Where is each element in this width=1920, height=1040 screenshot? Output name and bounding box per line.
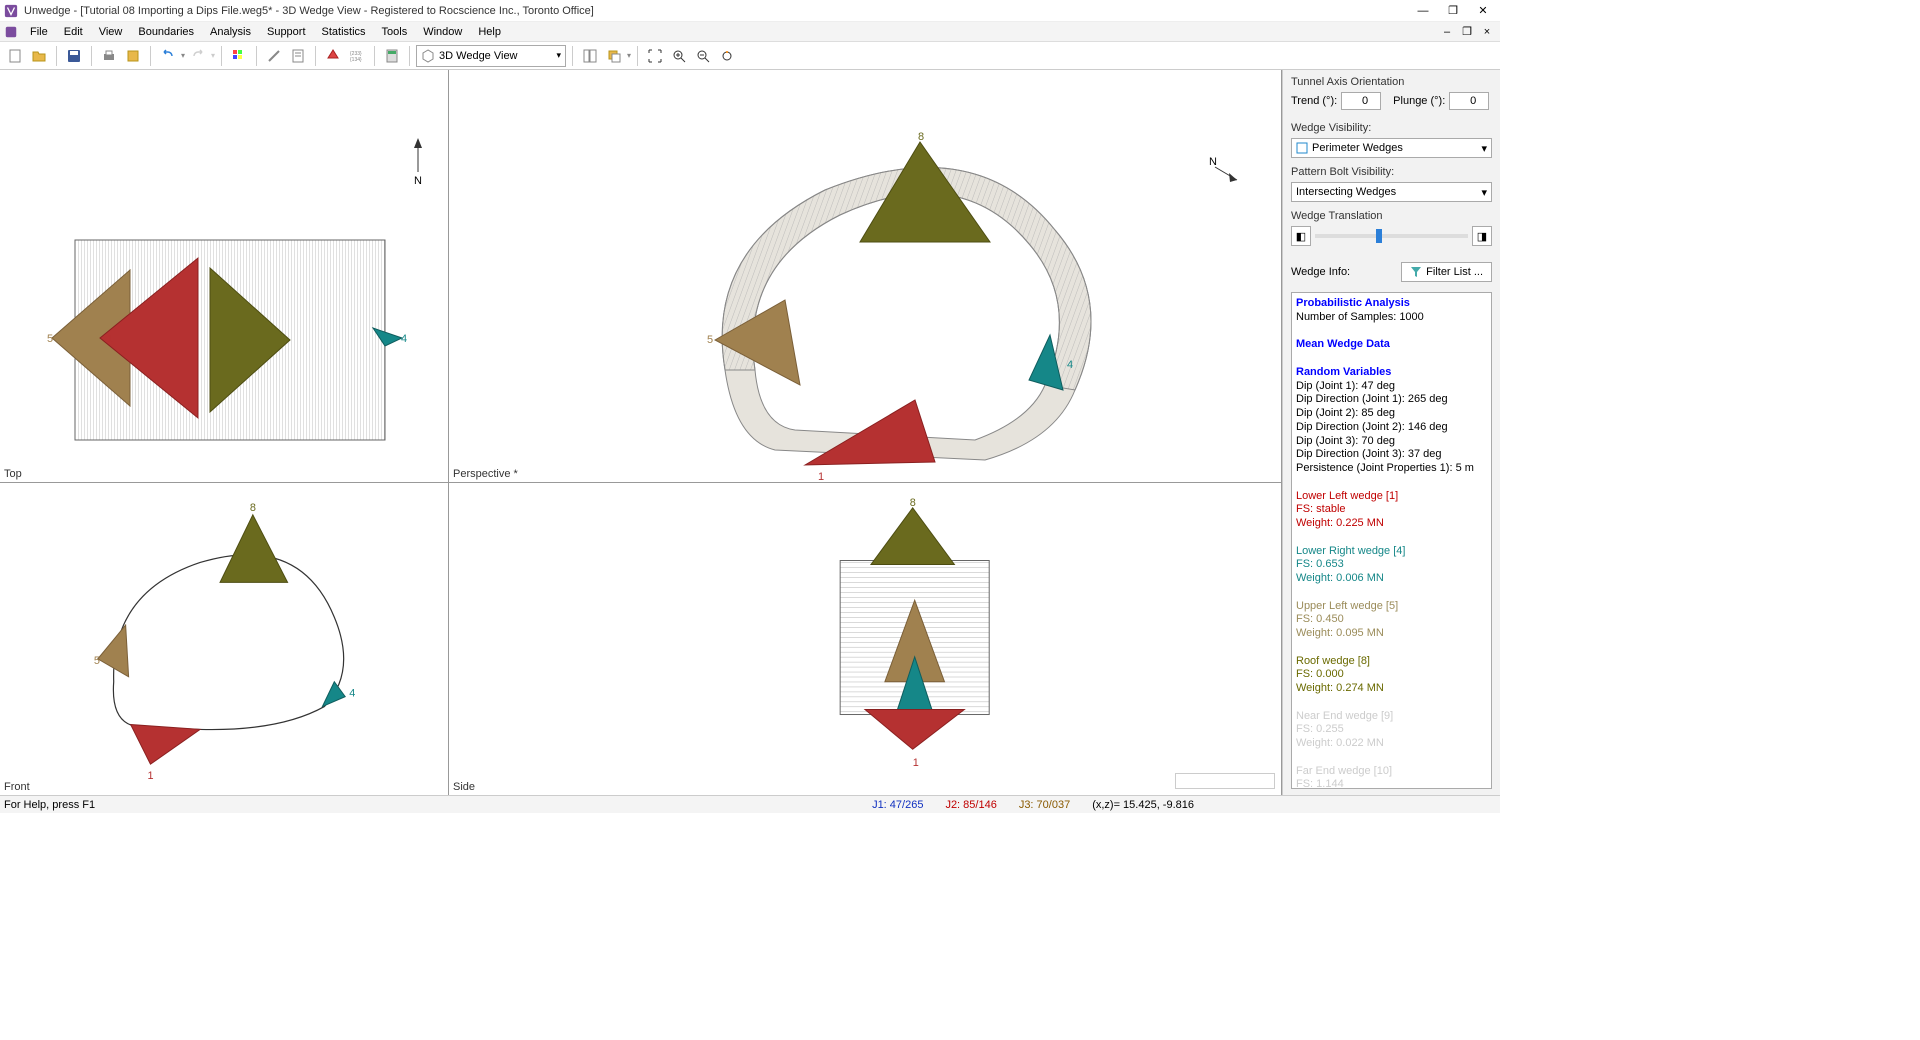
redo-button[interactable] — [187, 45, 209, 67]
wedge-translation-label: Wedge Translation — [1291, 210, 1492, 222]
translation-reset-left[interactable]: ◧ — [1291, 226, 1311, 246]
zoom-extents-button[interactable] — [644, 45, 666, 67]
status-coords: (x,z)= 15.425, -9.816 — [1092, 799, 1194, 811]
minimize-button[interactable]: — — [1408, 0, 1438, 22]
menu-window[interactable]: Window — [415, 24, 470, 40]
svg-text:1: 1 — [913, 757, 919, 769]
menu-file[interactable]: File — [22, 24, 56, 40]
trend-label: Trend (°): — [1291, 95, 1337, 107]
viewport-input[interactable] — [1175, 773, 1275, 789]
print-button[interactable] — [98, 45, 120, 67]
trend-input[interactable] — [1341, 92, 1381, 110]
save-button[interactable] — [63, 45, 85, 67]
svg-text:8: 8 — [250, 502, 256, 514]
svg-text:4: 4 — [1067, 359, 1073, 371]
svg-text:1: 1 — [147, 770, 153, 782]
viewport-front[interactable]: 8 5 1 4 Front — [0, 483, 448, 795]
measure-button[interactable] — [263, 45, 285, 67]
cube-icon — [421, 49, 435, 63]
filter-icon — [1410, 266, 1422, 278]
sidebar: Tunnel Axis Orientation Trend (°): Plung… — [1282, 70, 1500, 795]
svg-text:5: 5 — [707, 334, 713, 346]
viewport-grid: 5 1 8 4 N Top — [0, 70, 1282, 795]
viewport-front-label: Front — [4, 781, 30, 793]
viewport-perspective[interactable]: 8 5 1 4 N Perspective * — [449, 70, 1281, 482]
translation-reset-right[interactable]: ◨ — [1472, 226, 1492, 246]
layout-button[interactable] — [579, 45, 601, 67]
print-preview-button[interactable] — [122, 45, 144, 67]
plunge-input[interactable] — [1449, 92, 1489, 110]
toolbar: ▾ ▾ {233}{134} 3D Wedge View ▾ ▾ — [0, 42, 1500, 70]
mdi-restore-button[interactable]: ❐ — [1458, 24, 1476, 40]
pattern-bolt-label: Pattern Bolt Visibility: — [1291, 166, 1492, 178]
pattern-bolt-select[interactable]: Intersecting Wedges▾ — [1291, 182, 1492, 202]
svg-text:8: 8 — [918, 131, 924, 143]
maximize-button[interactable]: ❐ — [1438, 0, 1468, 22]
mdi-minimize-button[interactable]: – — [1438, 24, 1456, 40]
svg-text:1: 1 — [107, 333, 113, 345]
menu-view[interactable]: View — [91, 24, 131, 40]
svg-text:5: 5 — [47, 333, 53, 345]
svg-text:N: N — [414, 175, 422, 187]
tunnel-axis-label: Tunnel Axis Orientation — [1291, 76, 1492, 88]
svg-text:4: 4 — [349, 688, 355, 700]
viewport-top-label: Top — [4, 468, 22, 480]
wedge-info-panel: Probabilistic Analysis Number of Samples… — [1291, 292, 1492, 789]
statusbar: For Help, press F1 J1: 47/265 J2: 85/146… — [0, 795, 1500, 813]
menu-edit[interactable]: Edit — [56, 24, 91, 40]
open-button[interactable] — [28, 45, 50, 67]
menubar: File Edit View Boundaries Analysis Suppo… — [0, 22, 1500, 42]
status-help: For Help, press F1 — [4, 799, 95, 811]
svg-text:{134}: {134} — [350, 57, 362, 63]
close-button[interactable]: ✕ — [1468, 0, 1498, 22]
wedge-visibility-select[interactable]: Perimeter Wedges▾ — [1291, 138, 1492, 158]
menu-support[interactable]: Support — [259, 24, 314, 40]
translation-slider[interactable] — [1315, 234, 1468, 238]
svg-text:8: 8 — [265, 337, 271, 349]
menu-boundaries[interactable]: Boundaries — [130, 24, 202, 40]
titlebar: Unwedge - [Tutorial 08 Importing a Dips … — [0, 0, 1500, 22]
calculator-button[interactable] — [381, 45, 403, 67]
status-j3: J3: 70/037 — [1019, 799, 1070, 811]
plunge-label: Plunge (°): — [1393, 95, 1445, 107]
svg-text:4: 4 — [401, 333, 407, 345]
menu-help[interactable]: Help — [470, 24, 509, 40]
wedge-info-label: Wedge Info: — [1291, 266, 1350, 278]
stats-button[interactable]: {233}{134} — [346, 45, 368, 67]
new-button[interactable] — [4, 45, 26, 67]
viewport-top[interactable]: 5 1 8 4 N Top — [0, 70, 448, 482]
view-selector[interactable]: 3D Wedge View ▾ — [416, 45, 566, 67]
compute-button[interactable] — [322, 45, 344, 67]
status-j2: J2: 85/146 — [945, 799, 996, 811]
report-button[interactable] — [287, 45, 309, 67]
svg-text:5: 5 — [94, 655, 100, 667]
copy-view-button[interactable] — [603, 45, 625, 67]
menu-statistics[interactable]: Statistics — [314, 24, 374, 40]
zoom-out-button[interactable] — [692, 45, 714, 67]
svg-text:8: 8 — [910, 497, 916, 509]
zoom-in-button[interactable] — [668, 45, 690, 67]
svg-text:N: N — [1209, 156, 1217, 168]
viewport-side[interactable]: 8 1 Side — [449, 483, 1281, 795]
menu-analysis[interactable]: Analysis — [202, 24, 259, 40]
menu-tools[interactable]: Tools — [374, 24, 416, 40]
viewport-side-label: Side — [453, 781, 475, 793]
viewport-perspective-label: Perspective * — [453, 468, 518, 480]
window-title: Unwedge - [Tutorial 08 Importing a Dips … — [24, 5, 594, 17]
wedge-visibility-label: Wedge Visibility: — [1291, 122, 1492, 134]
perimeter-icon — [1296, 142, 1308, 154]
svg-text:1: 1 — [818, 471, 824, 482]
mdi-close-button[interactable]: × — [1478, 24, 1496, 40]
doc-icon — [4, 25, 18, 39]
undo-button[interactable] — [157, 45, 179, 67]
app-icon — [4, 4, 18, 18]
pan-button[interactable] — [716, 45, 738, 67]
filter-list-button[interactable]: Filter List ... — [1401, 262, 1492, 282]
grid-button[interactable] — [228, 45, 250, 67]
status-j1: J1: 47/265 — [872, 799, 923, 811]
